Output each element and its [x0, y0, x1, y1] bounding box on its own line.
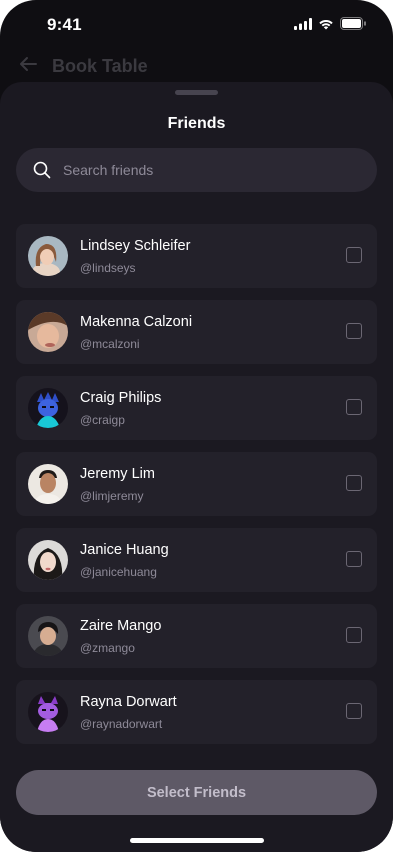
avatar	[28, 388, 68, 428]
friend-handle: @mcalzoni	[80, 337, 140, 351]
friend-handle: @zmango	[80, 641, 135, 655]
friend-checkbox[interactable]	[346, 627, 362, 643]
avatar	[28, 616, 68, 656]
friend-name: Zaire Mango	[80, 618, 162, 634]
friend-row[interactable]: Jeremy Lim @limjeremy	[16, 452, 377, 516]
friend-checkbox[interactable]	[346, 551, 362, 567]
avatar	[28, 236, 68, 276]
wifi-icon	[318, 17, 334, 35]
home-indicator	[130, 838, 264, 843]
friend-name: Makenna Calzoni	[80, 314, 193, 330]
back-arrow-icon[interactable]	[18, 56, 38, 77]
background-header: Book Table	[18, 56, 148, 77]
friend-row[interactable]: Lindsey Schleifer @lindseys	[16, 224, 377, 288]
status-bar: 9:41	[0, 0, 393, 50]
friend-checkbox[interactable]	[346, 703, 362, 719]
friend-name: Jeremy Lim	[80, 466, 155, 482]
phone-screen: 9:41 Book Table Friends Search friends L…	[0, 0, 393, 852]
status-icons	[294, 17, 367, 35]
friends-sheet: Friends Lindse	[0, 82, 393, 852]
friend-name: Janice Huang	[80, 542, 169, 558]
friend-handle: @raynadorwart	[80, 717, 163, 731]
friend-name: Rayna Dorwart	[80, 694, 177, 710]
avatar	[28, 692, 68, 732]
friend-row[interactable]: Janice Huang @janicehuang	[16, 528, 377, 592]
friend-checkbox[interactable]	[346, 323, 362, 339]
search-input[interactable]	[61, 161, 345, 179]
sheet-title: Friends	[167, 115, 226, 132]
friends-list: Lindsey Schleifer @lindseys Makenna Calz…	[16, 224, 377, 756]
friend-handle: @janicehuang	[80, 565, 157, 579]
friend-row[interactable]: Makenna Calzoni @mcalzoni	[16, 300, 377, 364]
friend-handle: @lindseys	[80, 261, 136, 275]
friend-checkbox[interactable]	[346, 247, 362, 263]
background-page-title: Book Table	[52, 56, 148, 76]
friend-checkbox[interactable]	[346, 399, 362, 415]
friend-name: Lindsey Schleifer	[80, 238, 191, 254]
friend-row[interactable]: Craig Philips @craigp	[16, 376, 377, 440]
avatar	[28, 540, 68, 580]
select-friends-button[interactable]: Select Friends	[16, 770, 377, 815]
status-time: 9:41	[47, 15, 82, 34]
friend-name: Craig Philips	[80, 390, 162, 406]
friend-checkbox[interactable]	[346, 475, 362, 491]
friend-handle: @limjeremy	[80, 489, 144, 503]
friend-handle: @craigp	[80, 413, 125, 427]
avatar	[28, 464, 68, 504]
avatar	[28, 312, 68, 352]
friend-row[interactable]: Zaire Mango @zmango	[16, 604, 377, 668]
search-icon	[33, 161, 51, 179]
cellular-signal-icon	[294, 17, 312, 35]
friend-row[interactable]: Rayna Dorwart @raynadorwart	[16, 680, 377, 744]
battery-icon	[340, 17, 367, 35]
search-bar[interactable]	[16, 148, 377, 192]
sheet-grabber[interactable]	[175, 90, 218, 95]
